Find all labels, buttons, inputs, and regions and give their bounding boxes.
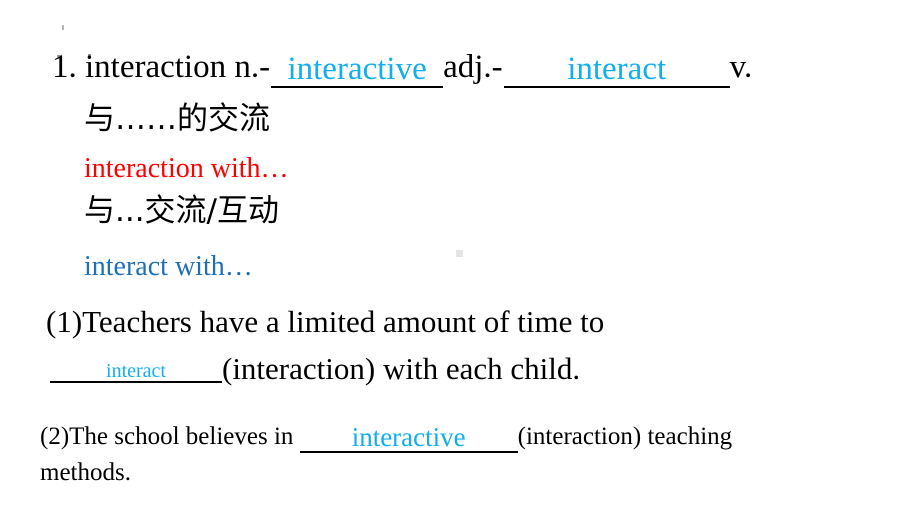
phrase-english-interaction-with: interaction with… — [84, 153, 289, 184]
entry-verb-pos: v. — [729, 49, 753, 85]
entry-adjective-pos: adj.- — [443, 49, 503, 85]
exercise-1-line-1: (1)Teachers have a limited amount of tim… — [46, 303, 604, 341]
exercise-1-cue: (interaction) — [222, 351, 376, 386]
scan-speck-icon — [62, 25, 64, 30]
headword-chinese-gloss: 与……的交流 — [84, 101, 270, 137]
entry-headword-pos: n.- — [234, 49, 271, 85]
word-family-line: 1. interaction n.- interactive adj.- intera… — [52, 47, 753, 88]
exercise-1-marker: (1) — [46, 304, 83, 339]
blank-exercise-1-answer[interactable]: interact — [50, 361, 222, 383]
phrase-english-interact-with: interact with… — [84, 251, 253, 282]
blank-exercise-2-answer[interactable]: interactive — [299, 424, 518, 453]
scan-speck-icon — [456, 250, 463, 257]
slide-canvas: 1. interaction n.- interactive adj.- intera… — [0, 0, 920, 518]
exercise-1-text-after: with each child. — [382, 351, 581, 386]
exercise-1-line-2: interact (interaction) with each child. — [50, 350, 580, 388]
exercise-1-text-before: Teachers have a limited amount of time t… — [82, 304, 605, 339]
exercise-2-text-before: The school believes in — [69, 423, 294, 450]
entry-headword: interaction — [85, 49, 227, 85]
blank-adjective-answer[interactable]: interactive — [271, 53, 444, 88]
exercise-2-text-after: teaching — [647, 423, 733, 450]
exercise-2-line-1: (2)The school believes in interactive (in… — [40, 420, 900, 454]
entry-number: 1. — [52, 49, 77, 85]
phrase-chinese-interaction-with: 与...交流/互动 — [84, 193, 280, 229]
blank-verb-answer[interactable]: interact — [503, 53, 730, 88]
exercise-2-marker: (2) — [40, 423, 70, 450]
exercise-2-line-2: methods. — [40, 459, 131, 486]
exercise-2-cue: (interaction) — [517, 423, 642, 450]
